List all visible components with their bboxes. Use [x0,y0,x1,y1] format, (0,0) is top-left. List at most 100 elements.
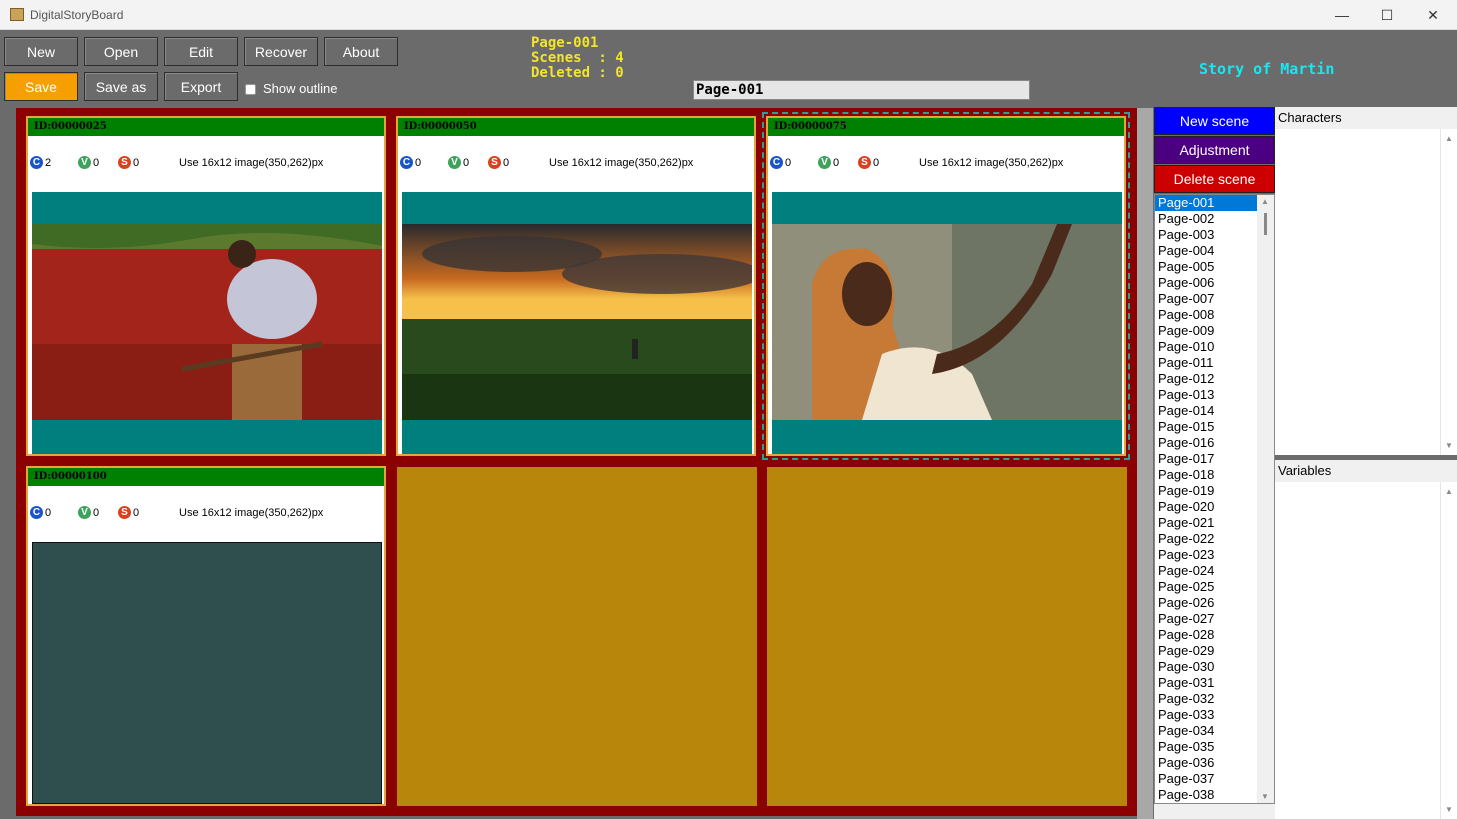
variable-count-icon: V [448,156,461,169]
scene-list-item[interactable]: Page-030 [1155,659,1257,675]
maximize-button[interactable]: ☐ [1364,0,1410,30]
scroll-up-icon[interactable]: ▲ [1445,134,1453,143]
delete-scene-button[interactable]: Delete scene [1154,165,1275,193]
sound-count: 0 [133,507,140,519]
sunset-field-photo [402,224,752,420]
scroll-up-icon[interactable]: ▲ [1445,487,1453,496]
scene-list-item[interactable]: Page-006 [1155,275,1257,291]
scene-list-item[interactable]: Page-007 [1155,291,1257,307]
scene-list-item[interactable]: Page-020 [1155,499,1257,515]
scene-list-item[interactable]: Page-037 [1155,771,1257,787]
variables-scrollbar[interactable]: ▲ ▼ [1440,482,1457,819]
open-button[interactable]: Open [84,37,158,66]
about-button[interactable]: About [324,37,398,66]
sound-count-icon: S [488,156,501,169]
splitter[interactable] [1137,108,1153,819]
characters-scrollbar[interactable]: ▲ ▼ [1440,129,1457,455]
scene-list-scrollbar[interactable]: ▲ ▼ [1257,195,1274,803]
characters-label: Characters [1275,107,1457,129]
scene-list-item[interactable]: Page-038 [1155,787,1257,803]
scroll-down-icon[interactable]: ▼ [1261,792,1269,801]
scene-list-item[interactable]: Page-003 [1155,227,1257,243]
scene-card[interactable]: ID:00000100 C 0 V 0 S 0 Use 16x12 image(… [26,466,386,806]
scene-list-item[interactable]: Page-023 [1155,547,1257,563]
new-scene-button[interactable]: New scene [1154,107,1275,135]
save-button[interactable]: Save [4,72,78,101]
scene-list-item[interactable]: Page-016 [1155,435,1257,451]
sound-count: 0 [133,157,140,169]
new-button[interactable]: New [4,37,78,66]
scene-list-item[interactable]: Page-026 [1155,595,1257,611]
scene-list-item[interactable]: Page-031 [1155,675,1257,691]
story-title: Story of Martin [1199,60,1335,78]
image-size-hint: Use 16x12 image(350,262)px [179,157,324,169]
scene-list-item[interactable]: Page-004 [1155,243,1257,259]
scene-list-item[interactable]: Page-015 [1155,419,1257,435]
sound-count-icon: S [118,156,131,169]
variable-count: 0 [93,157,100,169]
scene-list-item[interactable]: Page-018 [1155,467,1257,483]
character-count-icon: C [30,156,43,169]
close-button[interactable]: ✕ [1410,0,1456,30]
scene-list-item[interactable]: Page-001 [1155,195,1257,211]
scene-card[interactable]: ID:00000050 C 0 V 0 S 0 Use 16x12 image(… [396,116,756,456]
scene-card[interactable]: ID:00000075 C 0 V 0 S 0 Use 16x12 image(… [762,112,1130,460]
scene-list-item[interactable]: Page-009 [1155,323,1257,339]
scene-list-item[interactable]: Page-005 [1155,259,1257,275]
scene-list-item[interactable]: Page-014 [1155,403,1257,419]
scene-list-item[interactable]: Page-002 [1155,211,1257,227]
scene-id: ID:00000025 [28,118,384,136]
empty-scene-slot[interactable] [767,467,1127,806]
scroll-up-icon[interactable]: ▲ [1261,197,1269,206]
scene-list-item[interactable]: Page-029 [1155,643,1257,659]
scene-thumbnail[interactable] [32,192,382,454]
scene-stats: C 0 V 0 S 0 Use 16x12 image(350,262)px [768,156,1124,172]
scene-thumbnail[interactable] [772,192,1122,454]
man-digging-photo [32,224,382,420]
scroll-down-icon[interactable]: ▼ [1445,805,1453,814]
recover-button[interactable]: Recover [244,37,318,66]
scene-list-item[interactable]: Page-034 [1155,723,1257,739]
scene-list-item[interactable]: Page-022 [1155,531,1257,547]
scene-list-item[interactable]: Page-011 [1155,355,1257,371]
image-size-hint: Use 16x12 image(350,262)px [179,507,324,519]
scene-list-item[interactable]: Page-021 [1155,515,1257,531]
scroll-down-icon[interactable]: ▼ [1445,441,1453,450]
scene-list-item[interactable]: Page-008 [1155,307,1257,323]
scene-list-item[interactable]: Page-027 [1155,611,1257,627]
scene-list-item[interactable]: Page-025 [1155,579,1257,595]
scene-list-item[interactable]: Page-033 [1155,707,1257,723]
scene-list[interactable]: Page-001 Page-002 Page-003 Page-004 Page-005… [1154,194,1275,804]
scene-list-item[interactable]: Page-017 [1155,451,1257,467]
scene-list-item[interactable]: Page-032 [1155,691,1257,707]
image-size-hint: Use 16x12 image(350,262)px [549,157,694,169]
show-outline-checkbox[interactable] [245,84,256,95]
variables-panel[interactable]: ▲ ▼ [1275,482,1457,819]
scene-list-item[interactable]: Page-012 [1155,371,1257,387]
sound-count: 0 [503,157,510,169]
export-button[interactable]: Export [164,72,238,101]
adjustment-button[interactable]: Adjustment [1154,136,1275,164]
scene-list-item[interactable]: Page-019 [1155,483,1257,499]
characters-panel[interactable]: ▲ ▼ [1275,129,1457,455]
scene-thumbnail-empty[interactable] [32,542,382,804]
scene-thumbnail[interactable] [402,192,752,454]
scene-list-item[interactable]: Page-035 [1155,739,1257,755]
scene-card[interactable]: ID:00000025 C 2 V 0 S 0 Use 16x12 image(… [26,116,386,456]
save-as-button[interactable]: Save as [84,72,158,101]
edit-button[interactable]: Edit [164,37,238,66]
scene-list-item[interactable]: Page-028 [1155,627,1257,643]
scene-list-item[interactable]: Page-010 [1155,339,1257,355]
scene-list-item[interactable]: Page-024 [1155,563,1257,579]
minimize-button[interactable]: — [1319,0,1365,30]
scene-list-item[interactable]: Page-013 [1155,387,1257,403]
scene-list-item[interactable]: Page-036 [1155,755,1257,771]
page-name-field[interactable]: Page-001 [693,80,1030,100]
variable-count: 0 [93,507,100,519]
scene-id: ID:00000100 [28,468,384,486]
scene-list-hscroll[interactable] [1154,804,1275,819]
scroll-thumb[interactable] [1264,213,1267,235]
empty-scene-slot[interactable] [397,467,757,806]
character-count: 0 [415,157,422,169]
title-bar: DigitalStoryBoard — ☐ ✕ [0,0,1457,30]
